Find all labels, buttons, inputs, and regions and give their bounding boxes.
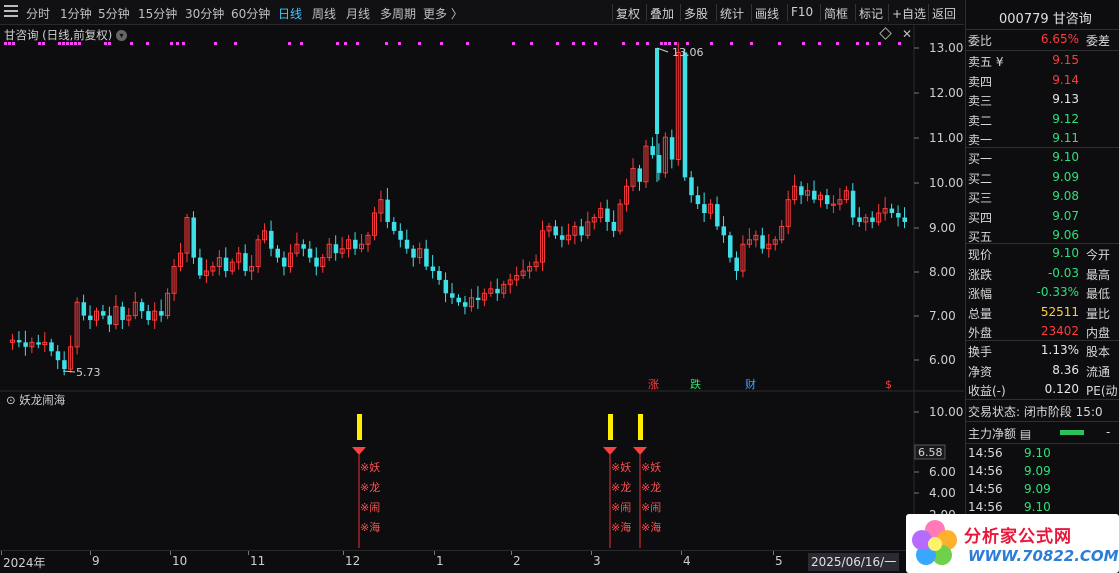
indicator-current-value: 6.58	[918, 446, 943, 459]
sell-row: 卖三 9.13	[968, 92, 1079, 108]
quote-row: 外盘 23402 内盘	[968, 324, 1111, 340]
marker-fall[interactable]: 跌	[690, 377, 701, 391]
marker-rise[interactable]: 涨	[648, 378, 659, 391]
quote-row: 涨跌 -0.03 最高	[968, 265, 1111, 282]
low-label: 5.73	[76, 366, 101, 379]
sell-row: 卖四 9.14	[968, 72, 1079, 89]
fund-row: 换手 1.13% 股本	[968, 343, 1111, 359]
indicator-tick: 10.00	[929, 405, 963, 419]
signal-char: ※妖	[360, 460, 380, 474]
x-label-3: 11	[250, 554, 266, 568]
sell-row: 卖二 9.12	[968, 111, 1079, 128]
marker-dollar[interactable]: $	[885, 378, 892, 391]
x-label-4: 12	[345, 554, 361, 568]
signal-char: ※海	[641, 520, 661, 534]
signal-char: ※龙	[360, 481, 380, 494]
stock-chart-app: 分时 1分钟 5分钟 15分钟 30分钟 60分钟 日线 周线 月线 多周期 更多 〉 复权 叠加 多股…	[0, 0, 1119, 573]
weibi-row: 委比 6.65% 委差	[968, 32, 1111, 48]
indicator-axis: 10.006.004.002.00	[914, 405, 963, 522]
indicator-tick: 6.00	[929, 465, 956, 479]
x-label-2: 10	[172, 554, 188, 568]
fund-row: 净资 8.36 流通	[968, 362, 1111, 379]
price-axis: 13.00 12.00 11.00 10.00 9.00 8.00 7.00 6.00	[914, 41, 963, 367]
sell-row: 卖一 9.11	[968, 131, 1079, 147]
x-label-7: 3	[593, 554, 601, 568]
indicator-title[interactable]: ⊙ 妖龙闹海	[6, 393, 66, 407]
buy-row: 买三 9.08	[968, 189, 1079, 205]
fund-row: 收益(-) 0.120 PE(动	[968, 382, 1118, 398]
x-label-0: 2024年	[3, 556, 46, 570]
signals: ※妖 ※龙 ※闹 ※海 ※妖 ※龙 ※闹 ※海 ※妖 ※龙 ※闹 ※海	[352, 414, 661, 548]
indicator-title-text: 妖龙闹海	[19, 393, 65, 407]
candlesticks	[9, 42, 908, 376]
quote-row: 现价 9.10 今开	[968, 246, 1111, 262]
signal-char: ※妖	[611, 460, 631, 474]
signal-char: ※龙	[641, 481, 661, 494]
main-flow-bar	[1060, 430, 1084, 435]
time-axis: 2024年 9 10 11 12 1 2 3 4 5 2025/06/16/一	[0, 550, 964, 573]
date-readout: 2025/06/16/一	[808, 553, 900, 571]
kline-chart[interactable]: 13.00 12.00 11.00 10.00 9.00 8.00 7.00 6.00 10.…	[0, 0, 964, 550]
signal-char: ※海	[360, 520, 380, 534]
x-label-8: 4	[683, 554, 691, 568]
buy-row: 买四 9.07	[968, 208, 1079, 225]
price-tick: 10.00	[929, 176, 963, 190]
signal-char: ※闹	[611, 501, 631, 514]
flower-logo-icon	[912, 520, 957, 565]
price-tick: 8.00	[929, 265, 956, 279]
stock-code-name[interactable]: 000779 甘咨询	[999, 8, 1092, 27]
tick-row: 14:56 9.10	[968, 446, 1051, 460]
buy-row: 买一 9.10	[968, 150, 1079, 166]
signal-char: ※妖	[641, 460, 661, 474]
sell-row: 卖五 ¥9.15	[968, 53, 1079, 69]
price-tick: 13.00	[929, 41, 963, 55]
watermark-line2: WWW.70822.COM	[968, 547, 1119, 565]
price-tick: 9.00	[929, 221, 956, 235]
tick-row: 14:56 9.09	[968, 482, 1051, 496]
price-tick: 7.00	[929, 309, 956, 323]
high-label: 13.06	[672, 46, 704, 59]
main-flow-value: -	[1106, 425, 1111, 439]
price-tick: 12.00	[929, 86, 963, 100]
watermark-line1: 分析家公式网	[964, 527, 1072, 547]
signal-char: ※闹	[360, 501, 380, 514]
signal-char: ※海	[611, 520, 631, 534]
price-tick: 6.00	[929, 353, 956, 367]
top-dots	[4, 42, 901, 45]
x-label-1: 9	[92, 554, 100, 568]
marker-finance[interactable]: 财	[745, 377, 756, 391]
x-label-5: 1	[436, 554, 444, 568]
main-flow-label[interactable]: 主力净额 ▤	[968, 425, 1031, 442]
quote-row: 总量 52511 量比	[968, 304, 1111, 321]
trade-status: 交易状态: 闭市阶段 15:0	[968, 405, 1103, 419]
buy-row: 买二 9.09	[968, 169, 1079, 186]
x-label-9: 5	[775, 554, 783, 568]
signal-char: ※闹	[641, 501, 661, 514]
signal-char: ※龙	[611, 481, 631, 494]
watermark-logo: 分析家公式网 WWW.70822.COM	[906, 514, 1119, 573]
price-tick: 11.00	[929, 131, 963, 145]
tick-row: 14:56 9.10	[968, 500, 1051, 514]
tick-row: 14:56 9.09	[968, 464, 1051, 478]
x-label-6: 2	[513, 554, 521, 568]
quote-row: 涨幅 -0.33% 最低	[968, 285, 1111, 301]
indicator-tick: 4.00	[929, 486, 956, 500]
